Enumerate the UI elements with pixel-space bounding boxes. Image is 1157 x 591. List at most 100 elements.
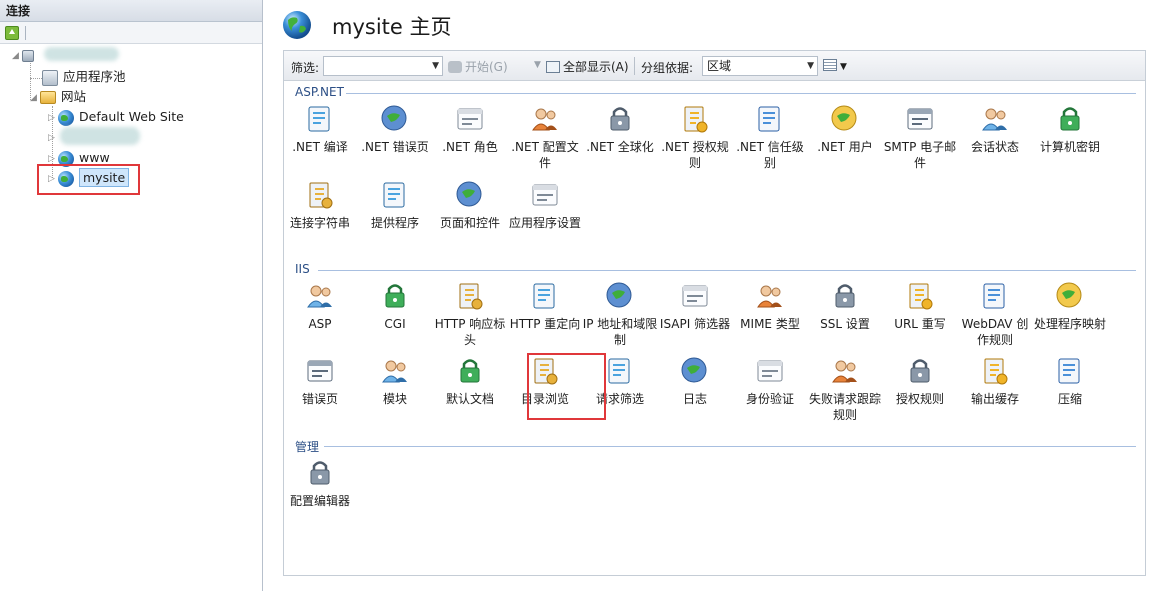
feature-label: .NET 信任级别 xyxy=(736,140,804,170)
logging-icon xyxy=(679,355,711,387)
feature-label: .NET 编译 xyxy=(292,140,348,154)
feature-cgi[interactable]: CGI xyxy=(357,280,433,332)
feature-isapi-filters[interactable]: ISAPI 筛选器 xyxy=(657,280,733,332)
collapse-arrow-icon[interactable]: ◢ xyxy=(12,46,22,66)
collapse-arrow-icon[interactable]: ◢ xyxy=(30,88,40,108)
show-all-icon xyxy=(546,61,560,73)
view-mode-button[interactable]: ▼ xyxy=(823,58,847,72)
go-button[interactable]: 开始(G) xyxy=(448,58,508,75)
session-state-icon xyxy=(979,103,1011,135)
feature-ssl-settings[interactable]: SSL 设置 xyxy=(807,280,883,332)
chevron-down-icon[interactable]: ▼ xyxy=(432,57,439,75)
feature-dotnet-authorization[interactable]: .NET 授权规则 xyxy=(657,103,733,171)
failed-request-tracing-icon xyxy=(829,355,861,387)
tree-item-label: 应用程序池 xyxy=(63,69,126,84)
connection-strings-icon xyxy=(304,179,336,211)
feature-dotnet-users[interactable]: .NET 用户 xyxy=(807,103,883,155)
feature-output-caching[interactable]: 输出缓存 xyxy=(957,355,1033,407)
authentication-icon xyxy=(754,355,786,387)
feature-http-headers[interactable]: HTTP 响应标头 xyxy=(432,280,508,348)
feature-label: ASP xyxy=(308,317,332,331)
feature-label: IP 地址和域限制 xyxy=(582,317,658,347)
up-icon[interactable] xyxy=(5,26,19,40)
feature-label: .NET 用户 xyxy=(817,140,873,154)
smtp-email-icon xyxy=(904,103,936,135)
feature-label: 身份验证 xyxy=(745,392,794,406)
providers-icon xyxy=(379,179,411,211)
feature-mime-types[interactable]: MIME 类型 xyxy=(732,280,808,332)
show-all-button[interactable]: 全部显示(A) xyxy=(546,58,629,75)
feature-smtp-email[interactable]: SMTP 电子邮件 xyxy=(882,103,958,171)
feature-dotnet-trust[interactable]: .NET 信任级别 xyxy=(732,103,808,171)
section-divider xyxy=(346,93,1136,94)
feature-dotnet-error-pages[interactable]: .NET 错误页 xyxy=(357,103,433,155)
group-by-select[interactable]: 区域 ▼ xyxy=(702,56,818,76)
feature-label: SMTP 电子邮件 xyxy=(883,140,957,170)
feature-session-state[interactable]: 会话状态 xyxy=(957,103,1033,155)
url-rewrite-icon xyxy=(904,280,936,312)
feature-label: 模块 xyxy=(382,392,407,406)
dotnet-authorization-icon xyxy=(679,103,711,135)
dotnet-globalization-icon xyxy=(604,103,636,135)
feature-machine-key[interactable]: 计算机密钥 xyxy=(1032,103,1108,155)
expand-arrow-icon[interactable]: ▷ xyxy=(48,108,58,128)
chevron-down-icon[interactable]: ▼ xyxy=(807,57,814,75)
request-filtering-icon xyxy=(604,355,636,387)
feature-error-pages[interactable]: 错误页 xyxy=(282,355,358,407)
feature-modules[interactable]: 模块 xyxy=(357,355,433,407)
features-view: 筛选: ▼ 开始(G) ▼ 全部显示(A) 分组依据: 区域 ▼ ▼ ASP.N… xyxy=(283,50,1146,576)
group-by-value: 区域 xyxy=(707,59,732,73)
feature-webdav[interactable]: WebDAV 创作规则 xyxy=(957,280,1033,348)
page-title: mysite 主页 xyxy=(332,15,452,39)
tree-item-sites[interactable]: ◢ 网站 xyxy=(30,87,86,107)
feature-dotnet-globalization[interactable]: .NET 全球化 xyxy=(582,103,658,155)
feature-app-settings[interactable]: 应用程序设置 xyxy=(507,179,583,231)
feature-compression[interactable]: 压缩 xyxy=(1032,355,1108,407)
error-pages-icon xyxy=(304,355,336,387)
tree-item-default-web-site[interactable]: ▷ Default Web Site xyxy=(48,107,184,127)
feature-url-rewrite[interactable]: URL 重写 xyxy=(882,280,958,332)
authorization-rules-icon xyxy=(904,355,936,387)
section-divider xyxy=(318,270,1136,271)
configuration-editor-icon xyxy=(304,457,336,489)
feature-label: 会话状态 xyxy=(970,140,1019,154)
feature-label: HTTP 响应标头 xyxy=(434,317,506,347)
app-settings-icon xyxy=(529,179,561,211)
app-pool-icon xyxy=(42,69,58,86)
feature-dotnet-compile[interactable]: .NET 编译 xyxy=(282,103,358,155)
feature-asp[interactable]: ASP xyxy=(282,280,358,332)
feature-label: .NET 配置文件 xyxy=(511,140,579,170)
webdav-icon xyxy=(979,280,1011,312)
feature-dotnet-profile[interactable]: .NET 配置文件 xyxy=(507,103,583,171)
feature-failed-request-tracing[interactable]: 失败请求跟踪规则 xyxy=(807,355,883,423)
feature-label: CGI xyxy=(384,317,406,331)
feature-configuration-editor[interactable]: 配置编辑器 xyxy=(282,457,358,509)
toolbar-separator xyxy=(25,26,26,40)
feature-handler-mappings[interactable]: 处理程序映射 xyxy=(1032,280,1108,332)
feature-http-redirect[interactable]: HTTP 重定向 xyxy=(507,280,583,332)
feature-label: URL 重写 xyxy=(894,317,946,331)
tree-item-obscured-site[interactable]: ▷ xyxy=(48,127,58,147)
feature-logging[interactable]: 日志 xyxy=(657,355,733,407)
tree-item-server[interactable]: ◢ xyxy=(12,45,39,65)
feature-connection-strings[interactable]: 连接字符串 xyxy=(282,179,358,231)
group-by-label: 分组依据: xyxy=(641,61,694,75)
connections-pane: 连接 ◢ 应用程序池 ◢ 网站 ▷ Default Web Site ▷ ▷ www … xyxy=(0,0,263,591)
feature-providers[interactable]: 提供程序 xyxy=(357,179,433,231)
feature-default-document[interactable]: 默认文档 xyxy=(432,355,508,407)
filter-input[interactable]: ▼ xyxy=(323,56,443,76)
workspace-pane: mysite 主页 筛选: ▼ 开始(G) ▼ 全部显示(A) 分组依据: 区域… xyxy=(264,0,1157,591)
feature-label: 授权规则 xyxy=(895,392,944,406)
show-all-label: 全部显示(A) xyxy=(563,60,629,74)
expand-arrow-icon[interactable]: ▷ xyxy=(48,128,58,148)
feature-dotnet-roles[interactable]: .NET 角色 xyxy=(432,103,508,155)
feature-label: 压缩 xyxy=(1057,392,1082,406)
tree-item-label: www xyxy=(79,150,110,165)
chevron-down-icon[interactable]: ▼ xyxy=(534,60,541,70)
feature-authorization-rules[interactable]: 授权规则 xyxy=(882,355,958,407)
feature-pages-controls[interactable]: 页面和控件 xyxy=(432,179,508,231)
tree-item-app-pools[interactable]: 应用程序池 xyxy=(42,67,126,87)
feature-ip-restrictions[interactable]: IP 地址和域限制 xyxy=(582,280,658,348)
dotnet-roles-icon xyxy=(454,103,486,135)
feature-authentication[interactable]: 身份验证 xyxy=(732,355,808,407)
